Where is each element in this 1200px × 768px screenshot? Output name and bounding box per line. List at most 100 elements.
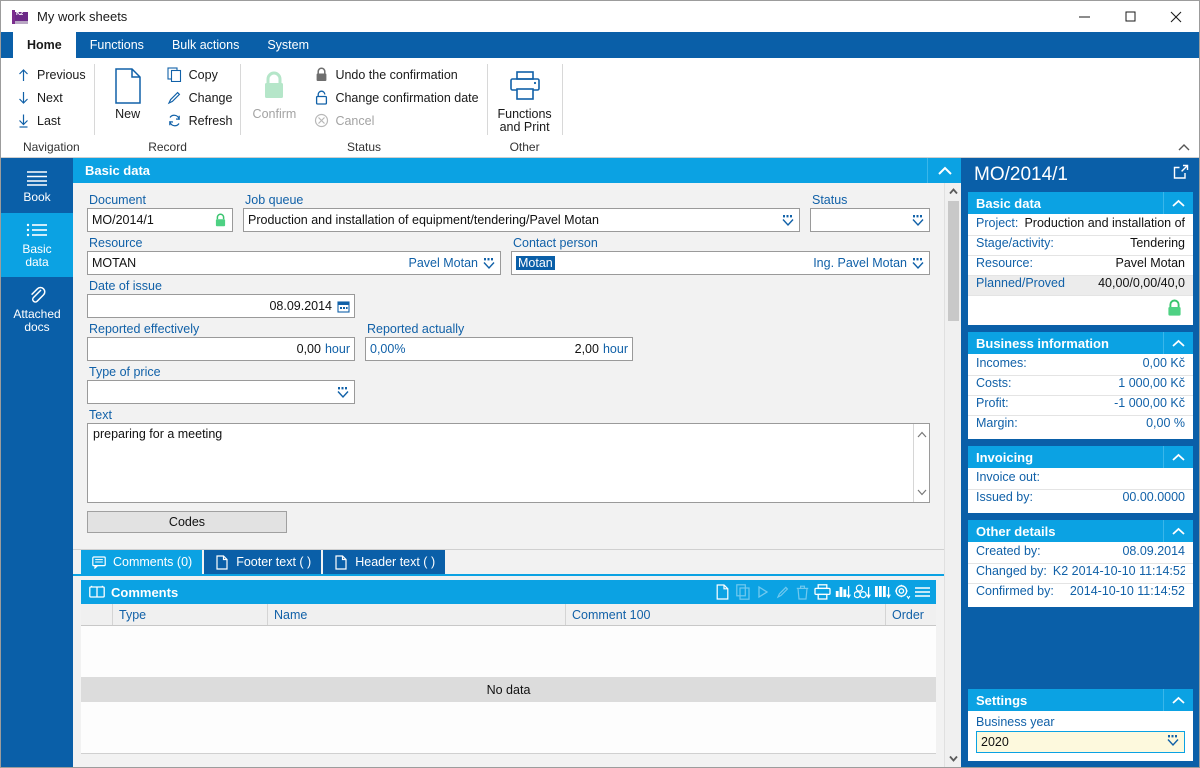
type-of-price-field[interactable] — [87, 380, 355, 404]
change-button[interactable]: Change — [161, 86, 241, 109]
text-textarea[interactable]: preparing for a meeting — [87, 423, 930, 503]
tab-comments-label: Comments (0) — [113, 555, 193, 569]
rp-value: 08.09.2014 — [1122, 544, 1185, 558]
external-link-icon[interactable] — [1173, 164, 1189, 186]
comments-grid: Comments Type Name Comment 100 Order No … — [73, 576, 944, 767]
last-button[interactable]: Last — [9, 109, 94, 132]
rp-value: 1 000,00 Kč — [1118, 376, 1185, 390]
lookup-dropdown-icon[interactable] — [781, 214, 795, 227]
chevron-up-icon[interactable] — [1163, 332, 1193, 354]
grid-col-name[interactable]: Name — [268, 604, 566, 625]
maximize-button[interactable] — [1107, 1, 1153, 32]
functions-print-label-2: and Print — [499, 120, 550, 134]
copy-record-icon[interactable] — [733, 581, 752, 603]
scroll-thumb[interactable] — [947, 201, 959, 321]
chevron-down-icon[interactable] — [917, 485, 927, 499]
business-year-field[interactable]: 2020 — [976, 731, 1185, 753]
undo-confirmation-button[interactable]: Undo the confirmation — [307, 63, 486, 86]
grid-col-comment[interactable]: Comment 100 — [566, 604, 886, 625]
ribbon-collapse-button[interactable] — [1177, 140, 1191, 154]
rp-section-header[interactable]: Business information — [968, 332, 1193, 354]
right-panel-spacer — [968, 614, 1193, 689]
rp-section-header[interactable]: Basic data — [968, 192, 1193, 214]
confirm-button[interactable]: Confirm — [241, 63, 307, 121]
last-label: Last — [37, 113, 61, 128]
edit-pencil-icon[interactable] — [773, 581, 792, 603]
cancel-button[interactable]: Cancel — [307, 109, 486, 132]
resource-field[interactable]: MOTAN Pavel Motan — [87, 251, 501, 275]
sidebar-item-book[interactable]: Book — [1, 161, 73, 213]
refresh-button[interactable]: Refresh — [161, 109, 241, 132]
lock-green-icon[interactable] — [1166, 299, 1183, 320]
lookup-dropdown-icon[interactable] — [1166, 734, 1180, 750]
copy-button[interactable]: Copy — [161, 63, 241, 86]
new-button[interactable]: New — [95, 63, 161, 121]
grid-col-order[interactable]: Order — [886, 604, 936, 625]
form-vertical-scrollbar[interactable] — [944, 183, 961, 767]
date-of-issue-field[interactable]: 08.09.2014 — [87, 294, 355, 318]
copy-label: Copy — [188, 67, 218, 82]
chevron-up-icon[interactable] — [1163, 192, 1193, 214]
text-scrollbar[interactable] — [913, 424, 929, 502]
panel-collapse-chevron-icon[interactable] — [927, 158, 961, 183]
grid-toolbar — [713, 581, 936, 603]
calendar-icon[interactable] — [336, 300, 350, 313]
chevron-up-icon[interactable] — [1163, 446, 1193, 468]
rp-section-header[interactable]: Invoicing — [968, 446, 1193, 468]
tab-functions[interactable]: Functions — [76, 32, 158, 58]
previous-button[interactable]: Previous — [9, 63, 94, 86]
tab-home[interactable]: Home — [13, 32, 76, 58]
grid-title: Comments — [111, 584, 179, 600]
chevron-up-icon[interactable] — [917, 427, 927, 441]
codes-button[interactable]: Codes — [87, 511, 287, 533]
lookup-dropdown-icon[interactable] — [482, 257, 496, 270]
change-confirmation-date-button[interactable]: Change confirmation date — [307, 86, 486, 109]
chart-icon[interactable] — [833, 581, 852, 603]
tab-bulk-actions[interactable]: Bulk actions — [158, 32, 253, 58]
lock-green-icon[interactable] — [212, 213, 228, 227]
ribbon-group-navigation: Previous Next Last Navigation — [9, 58, 94, 157]
tab-system[interactable]: System — [253, 32, 323, 58]
tab-header-text[interactable]: Header text ( ) — [323, 550, 446, 574]
sidebar-item-basic-data[interactable]: Basic data — [1, 213, 73, 278]
scroll-down-arrow-icon[interactable] — [945, 750, 962, 767]
close-button[interactable] — [1153, 1, 1199, 32]
pivot-icon[interactable] — [853, 581, 872, 603]
grid-col-blank[interactable] — [81, 604, 113, 625]
hamburger-menu-icon[interactable] — [913, 581, 932, 603]
main-body: Book Basicdata Attacheddocs Basic data — [1, 158, 1199, 767]
tab-comments[interactable]: Comments (0) — [81, 550, 203, 574]
minimize-button[interactable] — [1061, 1, 1107, 32]
job-queue-field[interactable]: Production and installation of equipment… — [243, 208, 800, 232]
chevron-up-icon[interactable] — [1163, 689, 1193, 711]
rp-section-header[interactable]: Other details — [968, 520, 1193, 542]
contact-person-field[interactable]: Motan Ing. Pavel Motan — [511, 251, 930, 275]
reported-effectively-unit: hour — [324, 342, 350, 356]
next-button[interactable]: Next — [9, 86, 94, 109]
grid-col-type[interactable]: Type — [113, 604, 268, 625]
lookup-dropdown-icon[interactable] — [911, 214, 925, 227]
rp-value: K2 2014-10-10 11:14:52 — [1052, 564, 1185, 578]
functions-and-print-button[interactable]: Functions and Print — [488, 63, 562, 134]
grid-column-headers: Type Name Comment 100 Order — [81, 604, 936, 626]
settings-gear-icon[interactable] — [893, 581, 912, 603]
sidebar-item-attached-docs[interactable]: Attached docs — [1, 278, 73, 343]
rp-key: Margin: — [976, 416, 1018, 430]
reported-effectively-field[interactable]: 0,00 hour — [87, 337, 355, 361]
lookup-dropdown-icon[interactable] — [336, 386, 350, 399]
chevron-up-icon[interactable] — [1163, 520, 1193, 542]
columns-icon[interactable] — [873, 581, 892, 603]
rp-section-title: Basic data — [976, 195, 1042, 211]
new-record-icon[interactable] — [713, 581, 732, 603]
rp-section-header[interactable]: Settings — [968, 689, 1193, 711]
grid-horizontal-scrollbar[interactable] — [81, 753, 936, 767]
scroll-up-arrow-icon[interactable] — [945, 183, 962, 200]
reported-actually-field[interactable]: 0,00% 2,00 hour — [365, 337, 633, 361]
lookup-dropdown-icon[interactable] — [911, 257, 925, 270]
tab-footer-text[interactable]: Footer text ( ) — [204, 550, 322, 574]
print-icon[interactable] — [813, 581, 832, 603]
status-field[interactable] — [810, 208, 930, 232]
run-icon[interactable] — [753, 581, 772, 603]
delete-trash-icon[interactable] — [793, 581, 812, 603]
document-field[interactable]: MO/2014/1 — [87, 208, 233, 232]
